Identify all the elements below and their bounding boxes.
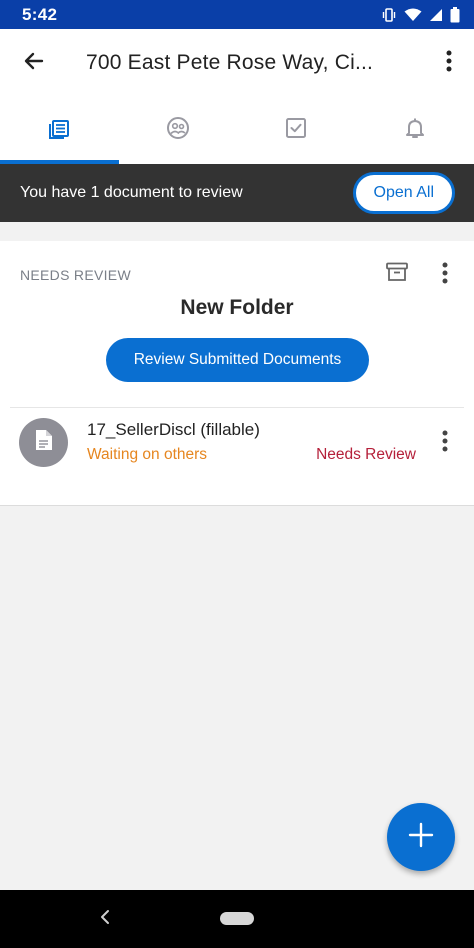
folder-title: New Folder [180, 296, 294, 319]
review-submitted-documents-button[interactable]: Review Submitted Documents [106, 338, 369, 382]
document-more-button[interactable] [432, 429, 458, 457]
system-nav-bar [0, 890, 474, 948]
tab-notifications[interactable] [356, 97, 474, 164]
documents-icon [47, 116, 71, 145]
vibrate-icon [381, 7, 397, 23]
document-row[interactable]: 17_SellerDiscl (fillable) Waiting on oth… [0, 409, 474, 479]
document-substatus: Waiting on others [87, 446, 208, 463]
plus-icon [408, 822, 434, 853]
back-button[interactable] [0, 29, 68, 97]
tab-bar [0, 97, 474, 164]
tab-documents[interactable] [0, 97, 119, 164]
status-bar: 5:42 [0, 0, 474, 29]
add-fab-button[interactable] [387, 803, 455, 871]
cellular-signal-icon [429, 8, 443, 22]
status-icons [381, 6, 460, 23]
divider [10, 407, 464, 408]
page-title: 700 East Pete Rose Way, Ci... [86, 51, 374, 74]
archive-icon [386, 262, 408, 287]
battery-icon [450, 6, 460, 23]
chevron-left-icon [99, 909, 111, 930]
review-banner: You have 1 document to review Open All [0, 164, 474, 222]
wifi-icon [404, 8, 422, 22]
system-back-button[interactable] [94, 908, 116, 930]
overflow-menu-button[interactable] [424, 29, 474, 97]
tasks-checkbox-icon [284, 116, 308, 145]
folder-more-button[interactable] [432, 261, 458, 289]
more-vert-icon [442, 262, 448, 289]
banner-message: You have 1 document to review [20, 184, 243, 201]
open-all-button[interactable]: Open All [352, 172, 455, 214]
section-label: NEEDS REVIEW [20, 267, 131, 283]
system-home-pill[interactable] [220, 912, 254, 925]
document-avatar [19, 418, 68, 467]
app-screen: 5:42 700 East Pete Rose Way, Ci... You h… [0, 0, 474, 948]
tab-tasks[interactable] [237, 97, 356, 164]
archive-button[interactable] [384, 261, 410, 287]
tab-contacts[interactable] [119, 97, 238, 164]
document-icon [35, 429, 53, 456]
document-status: Needs Review [316, 446, 416, 463]
notifications-bell-icon [403, 116, 427, 145]
arrow-back-icon [22, 49, 46, 78]
contacts-icon [166, 116, 190, 145]
more-vert-icon [446, 50, 452, 77]
document-name: 17_SellerDiscl (fillable) [87, 420, 260, 439]
more-vert-icon [442, 430, 448, 457]
status-time: 5:42 [22, 4, 58, 24]
app-bar: 700 East Pete Rose Way, Ci... [0, 29, 474, 97]
folder-card: NEEDS REVIEW New Folder Review Submitted… [0, 241, 474, 506]
